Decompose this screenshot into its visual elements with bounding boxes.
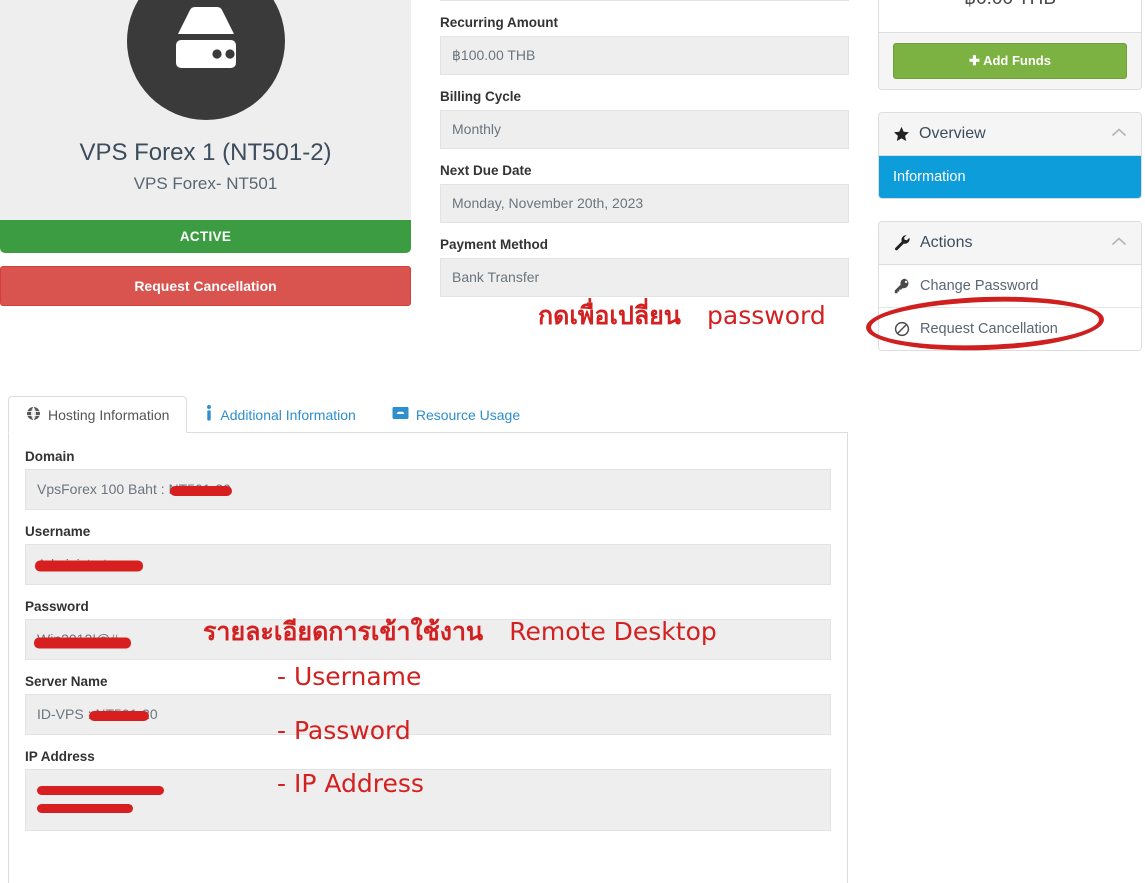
domain-redacted-value: VpsForex 100 Baht : NT501-20 bbox=[37, 480, 232, 499]
inbox-icon bbox=[392, 406, 409, 423]
redaction-mark bbox=[35, 560, 143, 572]
username-group: Username Administrator bbox=[25, 524, 831, 585]
request-cancellation-button[interactable]: Request Cancellation bbox=[0, 266, 411, 306]
password-redacted-value: Win2012!@# bbox=[34, 630, 131, 649]
actions-panel-header[interactable]: Actions bbox=[879, 222, 1141, 265]
sidebar-item-label: Information bbox=[893, 169, 966, 185]
hosting-tabs-section: Hosting Information Additional Informati… bbox=[8, 396, 848, 883]
page-title: VPS Forex 1 (NT501-2) bbox=[79, 139, 332, 166]
server-icon bbox=[126, 0, 285, 120]
domain-label: Domain bbox=[25, 449, 75, 464]
password-value: Win2012!@# bbox=[25, 619, 831, 660]
next-due-date-group: Next Due Date Monday, November 20th, 202… bbox=[440, 163, 849, 223]
ip-line-2 bbox=[37, 800, 819, 820]
server-name-label: Server Name bbox=[25, 674, 108, 689]
registration-date-value: Monday, November 20th, 2023 bbox=[440, 0, 849, 1]
plus-icon: ✚ bbox=[969, 53, 980, 68]
redaction-mark bbox=[89, 711, 149, 721]
globe-icon bbox=[26, 406, 41, 424]
password-group: Password Win2012!@# bbox=[25, 599, 831, 660]
overview-panel-title: Overview bbox=[919, 125, 986, 142]
service-details-page: VPS Forex 1 (NT501-2) VPS Forex- NT501 A… bbox=[0, 0, 1145, 883]
username-label: Username bbox=[25, 524, 91, 539]
sidebar-item-label: Change Password bbox=[920, 278, 1039, 294]
redaction-mark bbox=[37, 804, 133, 813]
ip-address-value bbox=[25, 769, 831, 831]
tab-strip: Hosting Information Additional Informati… bbox=[8, 396, 848, 433]
product-subtitle: VPS Forex- NT501 bbox=[133, 174, 278, 193]
overview-panel-header[interactable]: Overview bbox=[879, 113, 1141, 156]
domain-value: VpsForex 100 Baht : NT501-20 bbox=[25, 469, 831, 510]
product-summary-column: VPS Forex 1 (NT501-2) VPS Forex- NT501 A… bbox=[0, 0, 411, 306]
tab-additional-information[interactable]: Additional Information bbox=[187, 396, 373, 433]
sidebar-item-information[interactable]: Information bbox=[879, 156, 1141, 198]
tab-label: Hosting Information bbox=[48, 406, 170, 423]
tab-label: Resource Usage bbox=[415, 406, 521, 423]
billing-cycle-value: Monthly bbox=[440, 110, 849, 149]
add-funds-button[interactable]: ✚ Add Funds bbox=[893, 43, 1127, 79]
redaction-mark bbox=[34, 637, 131, 649]
tab-hosting-information[interactable]: Hosting Information bbox=[8, 396, 188, 433]
tab-label: Additional Information bbox=[220, 406, 356, 423]
redaction-mark bbox=[170, 486, 232, 496]
username-redacted-value: Administrator bbox=[35, 555, 143, 574]
billing-cycle-group: Billing Cycle Monthly bbox=[440, 89, 849, 149]
payment-method-group: Payment Method Bank Transfer bbox=[440, 237, 849, 297]
hosting-information-panel: Domain VpsForex 100 Baht : NT501-20 User… bbox=[8, 433, 848, 883]
wrench-icon bbox=[893, 234, 911, 252]
chevron-up-icon[interactable] bbox=[1111, 234, 1127, 252]
status-badge: ACTIVE bbox=[0, 220, 411, 253]
username-value: Administrator bbox=[25, 544, 831, 585]
recurring-amount-label: Recurring Amount bbox=[440, 15, 558, 30]
server-name-value: ID-VPS : NT501-20 bbox=[25, 694, 831, 735]
password-label: Password bbox=[25, 599, 89, 614]
key-icon bbox=[893, 278, 910, 294]
credit-balance-footer: ✚ Add Funds bbox=[879, 32, 1141, 89]
next-due-date-value: Monday, November 20th, 2023 bbox=[440, 184, 849, 223]
product-card: VPS Forex 1 (NT501-2) VPS Forex- NT501 bbox=[0, 0, 411, 220]
registration-date-group: Monday, November 20th, 2023 bbox=[440, 0, 849, 1]
ip-address-group: IP Address bbox=[25, 749, 831, 831]
chevron-up-icon[interactable] bbox=[1111, 125, 1127, 143]
ip-line-1 bbox=[37, 780, 819, 800]
credit-balance-value: ฿0.00 THB bbox=[879, 0, 1141, 32]
star-icon bbox=[893, 126, 910, 143]
ip-address-label: IP Address bbox=[25, 749, 95, 764]
server-name-redacted-value: ID-VPS : NT501-20 bbox=[37, 705, 158, 724]
redaction-mark bbox=[37, 786, 164, 795]
payment-method-value: Bank Transfer bbox=[440, 258, 849, 297]
payment-method-label: Payment Method bbox=[440, 237, 549, 252]
info-icon bbox=[205, 405, 213, 424]
domain-group: Domain VpsForex 100 Baht : NT501-20 bbox=[25, 449, 831, 510]
billing-details-column: Monday, November 20th, 2023 Recurring Am… bbox=[440, 0, 849, 311]
overview-panel: Overview Information bbox=[878, 112, 1142, 199]
tab-resource-usage[interactable]: Resource Usage bbox=[374, 396, 538, 433]
server-name-group: Server Name ID-VPS : NT501-20 bbox=[25, 674, 831, 735]
add-funds-label: Add Funds bbox=[983, 53, 1051, 68]
actions-panel-title: Actions bbox=[920, 234, 973, 251]
credit-balance-panel: ฿0.00 THB ✚ Add Funds bbox=[878, 0, 1142, 90]
next-due-date-label: Next Due Date bbox=[440, 163, 532, 178]
recurring-amount-group: Recurring Amount ฿100.00 THB bbox=[440, 15, 849, 75]
billing-cycle-label: Billing Cycle bbox=[440, 89, 522, 104]
recurring-amount-value: ฿100.00 THB bbox=[440, 36, 849, 75]
